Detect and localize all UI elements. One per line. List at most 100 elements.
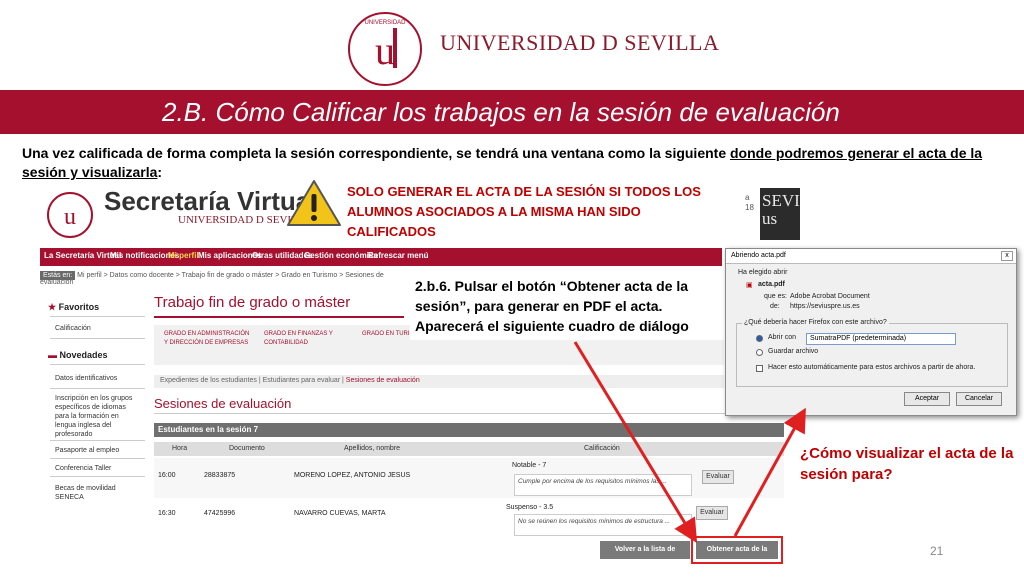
sevi-side-18: 18 — [745, 203, 754, 212]
university-name: UNIVERSIDAD D SEVILLA — [440, 30, 720, 55]
grade-ade[interactable]: GRADO EN ADMINISTRACIÓN Y DIRECCIÓN DE E… — [164, 330, 254, 348]
sevi-logo: SEVI us — [760, 188, 800, 240]
cancel-button[interactable]: Cancelar — [956, 392, 1002, 406]
svg-text:u: u — [64, 204, 76, 230]
table-row: 16:00 28833875 MORENO LOPEZ, ANTONIO JES… — [154, 458, 784, 498]
sidebar-divider — [50, 458, 145, 459]
auto-label: Hacer esto automáticamente para estos ar… — [768, 364, 976, 371]
dialog-titlebar: Abriendo acta.pdf x — [726, 249, 1016, 264]
sidebar-item-datos[interactable]: Datos identificativos — [55, 374, 117, 383]
warning-icon — [287, 180, 341, 226]
sidebar-divider — [50, 316, 145, 317]
tabs-bar: Expedientes de los estudiantes | Estudia… — [154, 375, 724, 388]
main-title: Trabajo fin de grado o máster — [154, 294, 351, 311]
row-documento: 28833875 — [204, 472, 236, 479]
page-number: 21 — [930, 544, 944, 558]
breadcrumb-path[interactable]: Mi perfil > Datos como docente > Trabajo… — [40, 272, 384, 286]
sevi-side-a: a — [745, 193, 750, 202]
sidebar-divider — [50, 476, 145, 477]
close-icon[interactable]: x — [1001, 251, 1013, 261]
row-hora: 16:30 — [158, 510, 176, 517]
sevi-side-text: a 18 — [745, 193, 754, 213]
dialog-from-value: https://seviuspre.us.es — [790, 303, 860, 310]
row-nota: Suspenso - 3.5 — [506, 504, 554, 511]
grade-finanzas[interactable]: GRADO EN FINANZAS Y CONTABILIDAD — [264, 330, 349, 348]
sidebar-favoritos-label: Favoritos — [58, 302, 100, 312]
sidebar-item-becas[interactable]: Becas de movilidad SENECA — [55, 484, 145, 502]
row-documento: 47425996 — [204, 510, 236, 517]
evaluar-button[interactable]: Evaluar — [702, 470, 734, 484]
row-hora: 16:00 — [158, 472, 176, 479]
sessions-title: Sesiones de evaluación — [154, 396, 292, 411]
auto-checkbox[interactable] — [756, 365, 763, 372]
warning-text: SOLO GENERAR EL ACTA DE LA SESIÓN SI TOD… — [347, 184, 701, 239]
col-documento: Documento — [229, 445, 265, 452]
sidebar-item-calificacion[interactable]: Calificación — [55, 324, 91, 333]
table-column-headers: Hora Documento Apellidos, nombre Calific… — [154, 442, 784, 456]
sidebar-favoritos-heading: ★ Favoritos — [48, 302, 99, 313]
dialog-from-label: de: — [770, 303, 780, 310]
col-calificacion: Calificación — [584, 445, 620, 452]
sidebar-divider — [50, 440, 145, 441]
title-separator — [154, 316, 404, 318]
dialog-type-label: que es: — [764, 293, 787, 300]
dialog-title: Abriendo acta.pdf — [731, 252, 786, 259]
tab-estudiantes-evaluar[interactable]: Estudiantes para evaluar — [263, 377, 340, 384]
nav-item-mi-perfil[interactable]: Mi perfil — [168, 251, 199, 260]
dialog-filename: acta.pdf — [758, 281, 785, 288]
col-apellidos: Apellidos, nombre — [344, 445, 401, 452]
news-icon: ▬ — [48, 350, 57, 360]
svg-text:UNIVERSIDAD: UNIVERSIDAD — [364, 20, 406, 26]
row-comentario: No se reúnen los requisitos mínimos de e… — [514, 514, 692, 536]
pdf-file-icon: ▣ — [746, 282, 753, 289]
sevi-logo-line1: SEVI — [762, 191, 800, 210]
dialog-chosen-label: Ha elegido abrir — [738, 269, 788, 276]
tab-sesiones[interactable]: Sesiones de evaluación — [346, 377, 420, 384]
intro-text: Una vez calificada de forma completa la … — [22, 145, 730, 161]
sidebar-item-conferencia[interactable]: Conferencia Taller — [55, 464, 111, 473]
sidebar-divider — [50, 388, 145, 389]
sevi-logo-line2: us — [762, 209, 778, 228]
col-hora: Hora — [172, 445, 188, 452]
save-file-radio[interactable] — [756, 349, 763, 356]
slide-title: 2.B. Cómo Calificar los trabajos en la s… — [162, 97, 840, 127]
sidebar-novedades-label: Novedades — [59, 350, 108, 360]
dialog-type-value: Adobe Acrobat Document — [790, 293, 870, 300]
grade-turismo[interactable]: GRADO EN TURIS — [362, 330, 412, 339]
tab-expedientes[interactable]: Expedientes de los estudiantes — [160, 377, 257, 384]
acta-button-highlight — [691, 536, 783, 564]
evaluar-button[interactable]: Evaluar — [696, 506, 728, 520]
open-with-radio[interactable] — [756, 335, 763, 342]
sidebar: ★ Favoritos Calificación ▬ Novedades Dat… — [40, 292, 145, 502]
step-instruction: 2.b.6. Pulsar el botón “Obtener acta de … — [415, 278, 689, 334]
back-to-sessions-button[interactable]: Volver a la lista de sesiones — [600, 541, 690, 571]
download-dialog: Abriendo acta.pdf x Ha elegido abrir ▣ a… — [725, 248, 1017, 416]
table-row: 16:30 47425996 NAVARRO CUEVAS, MARTA Sus… — [154, 502, 784, 538]
secretaria-seal-icon: u — [47, 192, 93, 238]
breadcrumb: Estás en: Mi perfil > Datos como docente… — [40, 271, 410, 286]
row-nombre: NAVARRO CUEVAS, MARTA — [294, 510, 386, 517]
sidebar-divider — [50, 338, 145, 339]
intro-paragraph: Una vez calificada de forma completa la … — [22, 144, 1007, 182]
app-select[interactable]: SumatraPDF (predeterminada) — [806, 333, 956, 345]
row-nombre: MORENO LOPEZ, ANTONIO JESUS — [294, 472, 411, 479]
nav-item-refrescar[interactable]: Refrescar menú — [368, 251, 428, 260]
sidebar-divider — [50, 364, 145, 365]
top-navigation-bar: La Secretaría Virtual Mis notificaciones… — [40, 248, 722, 266]
dialog-question: ¿Qué debería hacer Firefox con este arch… — [742, 319, 889, 326]
accept-button[interactable]: Aceptar — [904, 392, 950, 406]
sidebar-novedades-heading: ▬ Novedades — [48, 350, 108, 360]
open-with-label: Abrir con — [768, 334, 797, 341]
save-file-label: Guardar archivo — [768, 348, 819, 355]
svg-text:u: u — [375, 28, 395, 73]
row-nota: Notable - 7 — [512, 462, 547, 469]
star-icon: ★ — [48, 302, 57, 312]
nav-item-gestion-economica[interactable]: Gestión económica — [304, 251, 378, 260]
intro-colon: : — [157, 164, 163, 180]
row-comentario: Cumple por encima de los requisitos míni… — [514, 474, 692, 496]
sidebar-item-idiomas[interactable]: Inscripción en los grupos específicos de… — [55, 394, 140, 439]
table-title: Estudiantes en la sesión 7 — [154, 423, 784, 437]
university-seal-logo: u UNIVERSIDAD — [348, 12, 422, 86]
question-text: ¿Cómo visualizar el acta de la sesión pa… — [800, 445, 1014, 483]
sidebar-item-pasaporte[interactable]: Pasaporte al empleo — [55, 446, 119, 455]
